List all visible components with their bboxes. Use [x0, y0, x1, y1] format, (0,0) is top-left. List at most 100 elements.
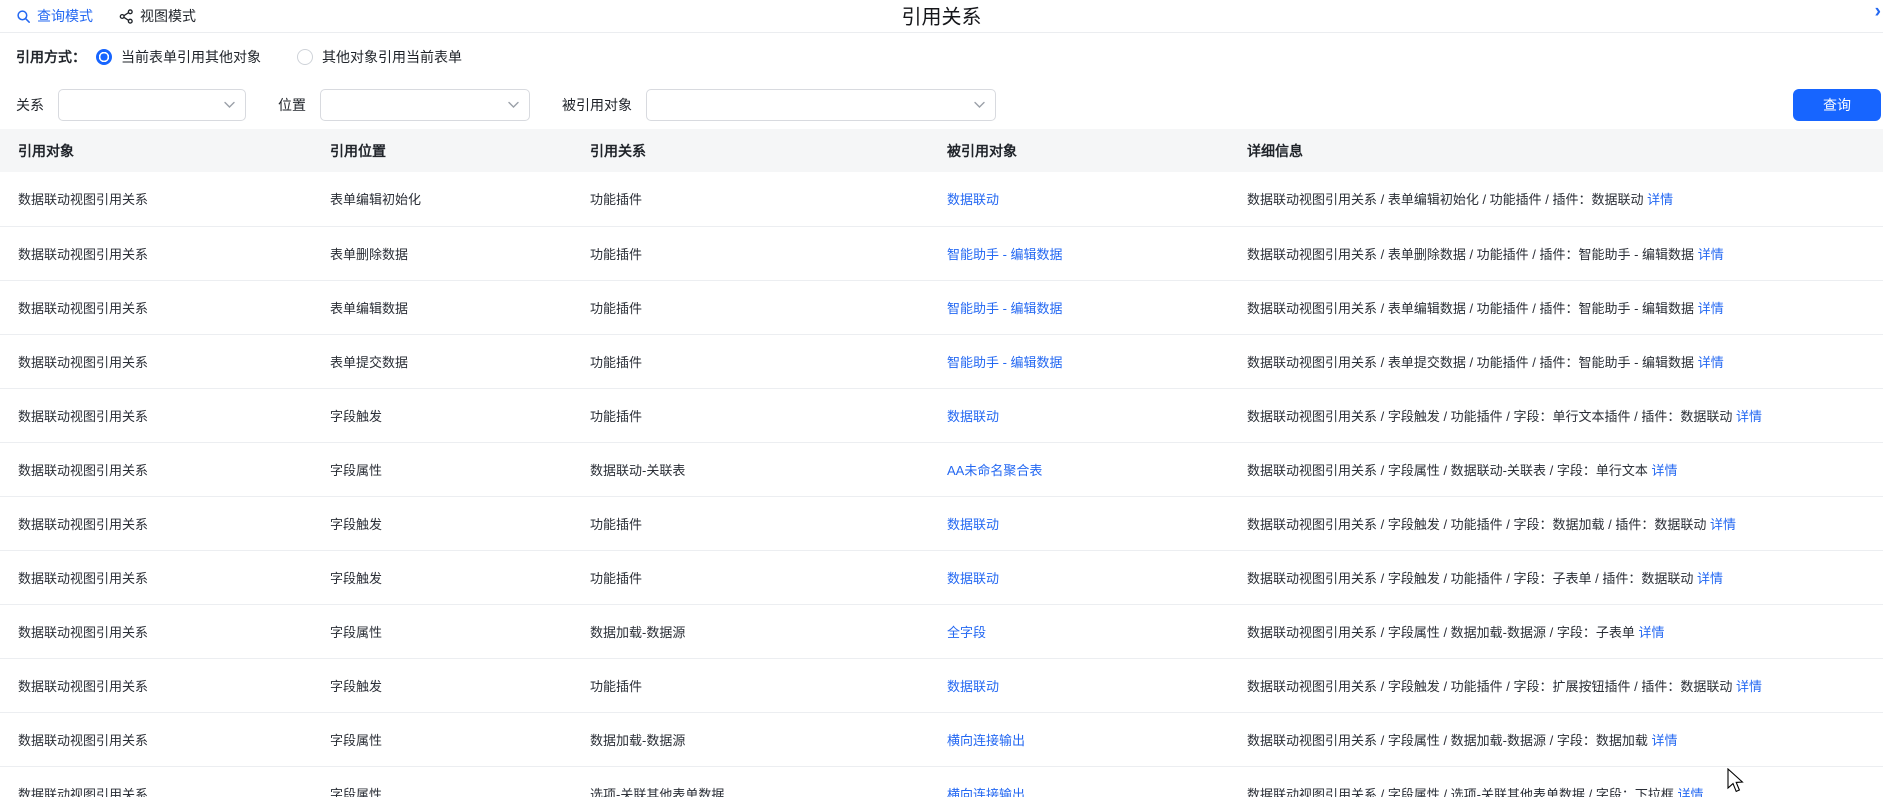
detail-link[interactable]: 详情 — [1698, 301, 1724, 316]
column-header: 引用对象 — [0, 129, 312, 172]
reference-table: 引用对象引用位置引用关系被引用对象详细信息 数据联动视图引用关系 表单编辑初始化… — [0, 129, 1883, 797]
chevron-down-icon — [224, 102, 235, 109]
share-icon — [119, 9, 134, 24]
detail-link[interactable]: 详情 — [1698, 247, 1724, 262]
detail-link[interactable]: 详情 — [1651, 733, 1677, 748]
cell-position: 字段触发 — [312, 658, 572, 712]
mode-tabs: 查询模式 视图模式 — [16, 6, 196, 26]
tab-view-mode[interactable]: 视图模式 — [119, 6, 196, 26]
referenced-object-link[interactable]: 智能助手 - 编辑数据 — [947, 301, 1063, 316]
cell-detail-text: 数据联动视图引用关系 / 字段属性 / 选项-关联其他表单数据 / 字段：下拉框 — [1247, 787, 1674, 797]
table-row: 数据联动视图引用关系 表单提交数据 功能插件 智能助手 - 编辑数据 数据联动视… — [0, 334, 1883, 388]
cell-relation: 选项-关联其他表单数据 — [572, 766, 929, 797]
search-icon — [16, 9, 31, 24]
radio-current-form-refs-others[interactable]: 当前表单引用其他对象 — [96, 47, 261, 67]
cell-detail-text: 数据联动视图引用关系 / 字段触发 / 功能插件 / 字段：扩展按钮插件 / 插… — [1247, 679, 1732, 694]
detail-link[interactable]: 详情 — [1736, 409, 1762, 424]
referenced-object-label: 被引用对象 — [562, 95, 632, 115]
cell-ref-object: 数据联动视图引用关系 — [0, 226, 312, 280]
filter-row: 关系 位置 被引用对象 查询 — [16, 89, 1867, 121]
cell-detail-text: 数据联动视图引用关系 / 字段属性 / 数据加载-数据源 / 字段：子表单 — [1247, 625, 1635, 640]
detail-link[interactable]: 详情 — [1638, 625, 1664, 640]
cell-ref-object: 数据联动视图引用关系 — [0, 604, 312, 658]
cell-relation: 功能插件 — [572, 280, 929, 334]
cell-ref-object: 数据联动视图引用关系 — [0, 280, 312, 334]
relation-select[interactable] — [58, 89, 246, 121]
referenced-object-link[interactable]: AA未命名聚合表 — [947, 463, 1042, 478]
detail-link[interactable]: 详情 — [1736, 679, 1762, 694]
cell-detail-text: 数据联动视图引用关系 / 表单编辑数据 / 功能插件 / 插件：智能助手 - 编… — [1247, 301, 1694, 316]
position-label: 位置 — [278, 95, 306, 115]
table-row: 数据联动视图引用关系 字段属性 选项-关联其他表单数据 横向连接输出 数据联动视… — [0, 766, 1883, 797]
column-header: 引用关系 — [572, 129, 929, 172]
detail-link[interactable]: 详情 — [1647, 192, 1673, 207]
referenced-object-link[interactable]: 数据联动 — [947, 517, 999, 532]
cell-ref-object: 数据联动视图引用关系 — [0, 442, 312, 496]
search-button[interactable]: 查询 — [1793, 89, 1881, 121]
cell-ref-object: 数据联动视图引用关系 — [0, 550, 312, 604]
topbar: 查询模式 视图模式 引用关系 › — [0, 0, 1883, 33]
cell-relation: 数据联动-关联表 — [572, 442, 929, 496]
page-title: 引用关系 — [902, 0, 982, 29]
table-row: 数据联动视图引用关系 字段触发 功能插件 数据联动 数据联动视图引用关系 / 字… — [0, 658, 1883, 712]
reference-mode-radio-group: 引用方式： 当前表单引用其他对象 其他对象引用当前表单 — [16, 47, 1867, 67]
cell-ref-object: 数据联动视图引用关系 — [0, 172, 312, 226]
cell-detail-text: 数据联动视图引用关系 / 字段属性 / 数据联动-关联表 / 字段：单行文本 — [1247, 463, 1648, 478]
position-select[interactable] — [320, 89, 530, 121]
column-header: 被引用对象 — [929, 129, 1229, 172]
radio-others-ref-current-form[interactable]: 其他对象引用当前表单 — [297, 47, 462, 67]
cell-detail-text: 数据联动视图引用关系 / 表单删除数据 / 功能插件 / 插件：智能助手 - 编… — [1247, 247, 1694, 262]
cell-detail-text: 数据联动视图引用关系 / 字段触发 / 功能插件 / 字段：子表单 / 插件：数… — [1247, 571, 1693, 586]
table-row: 数据联动视图引用关系 字段触发 功能插件 数据联动 数据联动视图引用关系 / 字… — [0, 388, 1883, 442]
cell-position: 字段属性 — [312, 442, 572, 496]
chevron-down-icon — [974, 102, 985, 109]
cell-detail-text: 数据联动视图引用关系 / 表单编辑初始化 / 功能插件 / 插件：数据联动 — [1247, 192, 1644, 207]
cell-ref-object: 数据联动视图引用关系 — [0, 712, 312, 766]
referenced-object-link[interactable]: 智能助手 - 编辑数据 — [947, 355, 1063, 370]
cell-detail-text: 数据联动视图引用关系 / 字段触发 / 功能插件 / 字段：单行文本插件 / 插… — [1247, 409, 1732, 424]
table-row: 数据联动视图引用关系 字段属性 数据联动-关联表 AA未命名聚合表 数据联动视图… — [0, 442, 1883, 496]
chevron-right-icon[interactable]: › — [1875, 1, 1881, 23]
table-row: 数据联动视图引用关系 字段属性 数据加载-数据源 全字段 数据联动视图引用关系 … — [0, 604, 1883, 658]
cell-ref-object: 数据联动视图引用关系 — [0, 388, 312, 442]
referenced-object-link[interactable]: 数据联动 — [947, 679, 999, 694]
detail-link[interactable]: 详情 — [1677, 787, 1703, 797]
tab-label: 视图模式 — [140, 6, 196, 26]
detail-link[interactable]: 详情 — [1710, 517, 1736, 532]
table-row: 数据联动视图引用关系 表单删除数据 功能插件 智能助手 - 编辑数据 数据联动视… — [0, 226, 1883, 280]
cell-position: 字段属性 — [312, 766, 572, 797]
referenced-object-link[interactable]: 数据联动 — [947, 571, 999, 586]
cell-position: 字段属性 — [312, 712, 572, 766]
cell-relation: 功能插件 — [572, 172, 929, 226]
cell-detail-text: 数据联动视图引用关系 / 字段属性 / 数据加载-数据源 / 字段：数据加载 — [1247, 733, 1648, 748]
cell-ref-object: 数据联动视图引用关系 — [0, 496, 312, 550]
cell-position: 表单编辑数据 — [312, 280, 572, 334]
referenced-object-link[interactable]: 全字段 — [947, 625, 986, 640]
cell-relation: 功能插件 — [572, 658, 929, 712]
referenced-object-link[interactable]: 数据联动 — [947, 409, 999, 424]
detail-link[interactable]: 详情 — [1651, 463, 1677, 478]
detail-link[interactable]: 详情 — [1697, 571, 1723, 586]
column-header: 引用位置 — [312, 129, 572, 172]
detail-link[interactable]: 详情 — [1698, 355, 1724, 370]
referenced-object-link[interactable]: 横向连接输出 — [947, 733, 1025, 748]
table-row: 数据联动视图引用关系 字段触发 功能插件 数据联动 数据联动视图引用关系 / 字… — [0, 550, 1883, 604]
tab-query-mode[interactable]: 查询模式 — [16, 6, 93, 26]
referenced-object-link[interactable]: 智能助手 - 编辑数据 — [947, 247, 1063, 262]
cell-relation: 功能插件 — [572, 334, 929, 388]
cell-ref-object: 数据联动视图引用关系 — [0, 334, 312, 388]
cell-position: 字段触发 — [312, 388, 572, 442]
cell-relation: 功能插件 — [572, 226, 929, 280]
cell-ref-object: 数据联动视图引用关系 — [0, 766, 312, 797]
chevron-down-icon — [508, 102, 519, 109]
cell-relation: 数据加载-数据源 — [572, 712, 929, 766]
table-header-row: 引用对象引用位置引用关系被引用对象详细信息 — [0, 129, 1883, 172]
cell-position: 表单删除数据 — [312, 226, 572, 280]
cell-relation: 数据加载-数据源 — [572, 604, 929, 658]
referenced-object-select[interactable] — [646, 89, 996, 121]
cell-detail-text: 数据联动视图引用关系 / 表单提交数据 / 功能插件 / 插件：智能助手 - 编… — [1247, 355, 1694, 370]
table-row: 数据联动视图引用关系 表单编辑数据 功能插件 智能助手 - 编辑数据 数据联动视… — [0, 280, 1883, 334]
referenced-object-link[interactable]: 数据联动 — [947, 192, 999, 207]
radio-label: 其他对象引用当前表单 — [322, 47, 462, 67]
referenced-object-link[interactable]: 横向连接输出 — [947, 787, 1025, 797]
